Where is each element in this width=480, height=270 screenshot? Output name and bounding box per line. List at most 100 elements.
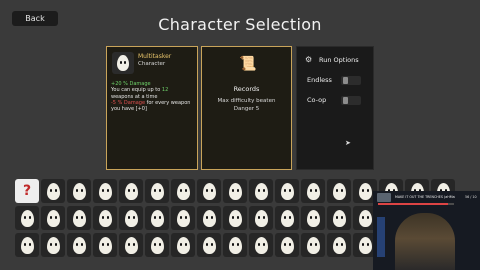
character-slot[interactable] bbox=[67, 179, 91, 203]
character-slot[interactable] bbox=[93, 206, 117, 230]
coop-label: Co-op bbox=[307, 96, 327, 104]
egg-character-icon bbox=[254, 182, 268, 200]
run-options-title: Run Options bbox=[319, 56, 359, 64]
character-slot[interactable] bbox=[223, 206, 247, 230]
character-slot[interactable] bbox=[327, 179, 351, 203]
character-slot[interactable] bbox=[275, 206, 299, 230]
character-slot[interactable] bbox=[171, 233, 195, 257]
character-slot[interactable] bbox=[327, 206, 351, 230]
egg-character-icon bbox=[72, 236, 86, 254]
character-slot[interactable] bbox=[67, 206, 91, 230]
egg-character-icon bbox=[202, 182, 216, 200]
character-slot[interactable] bbox=[327, 233, 351, 257]
egg-character-icon bbox=[358, 182, 372, 200]
egg-character-icon bbox=[332, 182, 346, 200]
egg-character-icon bbox=[306, 236, 320, 254]
character-slot[interactable] bbox=[41, 179, 65, 203]
character-slot[interactable] bbox=[249, 179, 273, 203]
stream-title: MAKE IT OUT THE TRENCHES (aHMaim) bbox=[395, 195, 455, 199]
character-slot[interactable] bbox=[145, 179, 169, 203]
egg-character-icon bbox=[46, 182, 60, 200]
streamer-avatar bbox=[377, 193, 391, 202]
character-slot[interactable] bbox=[119, 233, 143, 257]
egg-character-icon bbox=[150, 236, 164, 254]
desc-damage-bonus: +20 % Damage bbox=[111, 81, 151, 87]
egg-character-icon bbox=[332, 236, 346, 254]
egg-character-icon bbox=[150, 182, 164, 200]
stream-overlay: MAKE IT OUT THE TRENCHES (aHMaim) 56 / 1… bbox=[373, 191, 480, 270]
character-slot[interactable] bbox=[275, 233, 299, 257]
egg-character-icon bbox=[124, 236, 138, 254]
egg-character-icon bbox=[254, 236, 268, 254]
character-slot[interactable] bbox=[275, 179, 299, 203]
egg-character-icon bbox=[124, 209, 138, 227]
follower-goal-fill bbox=[378, 203, 448, 205]
character-slot[interactable] bbox=[171, 206, 195, 230]
desc-damage-penalty: -5 % Damage bbox=[111, 99, 146, 106]
egg-character-icon bbox=[46, 236, 60, 254]
character-slot[interactable] bbox=[119, 206, 143, 230]
character-slot[interactable] bbox=[41, 206, 65, 230]
egg-character-icon bbox=[280, 182, 294, 200]
character-slot[interactable] bbox=[171, 179, 195, 203]
egg-character-icon bbox=[202, 236, 216, 254]
random-character-button[interactable]: ? bbox=[15, 179, 39, 203]
character-slot[interactable] bbox=[197, 179, 221, 203]
egg-character-icon bbox=[117, 55, 129, 71]
egg-character-icon bbox=[150, 209, 164, 227]
run-options-panel: ⚙ Run Options Endless Co-op ➤ bbox=[296, 46, 374, 170]
egg-character-icon bbox=[72, 182, 86, 200]
egg-character-icon bbox=[280, 236, 294, 254]
settings-icon: ⚙ bbox=[305, 55, 313, 64]
character-type: Character bbox=[138, 61, 166, 67]
egg-character-icon bbox=[98, 209, 112, 227]
character-slot[interactable] bbox=[145, 206, 169, 230]
egg-character-icon bbox=[306, 182, 320, 200]
egg-character-icon bbox=[176, 209, 190, 227]
character-slot[interactable] bbox=[301, 206, 325, 230]
egg-character-icon bbox=[124, 182, 138, 200]
egg-character-icon bbox=[46, 209, 60, 227]
character-slot[interactable] bbox=[197, 233, 221, 257]
character-slot[interactable] bbox=[15, 233, 39, 257]
egg-character-icon bbox=[72, 209, 86, 227]
coop-toggle[interactable] bbox=[341, 96, 361, 105]
character-slot[interactable] bbox=[249, 206, 273, 230]
character-slot[interactable] bbox=[67, 233, 91, 257]
egg-character-icon bbox=[98, 182, 112, 200]
desc-weapons-text: weapons at a time bbox=[111, 93, 158, 100]
desc-equip-text: You can equip up to bbox=[111, 87, 162, 94]
character-slot[interactable] bbox=[41, 233, 65, 257]
follower-goal-count: 56 / 10 bbox=[465, 195, 477, 199]
records-panel: 📜 Records Max difficulty beaten Danger 5 bbox=[201, 46, 292, 170]
mouse-cursor-icon: ➤ bbox=[345, 139, 351, 147]
egg-character-icon bbox=[280, 209, 294, 227]
desc-equip-count: 12 bbox=[161, 87, 169, 94]
character-portrait bbox=[112, 52, 134, 74]
egg-character-icon bbox=[98, 236, 112, 254]
egg-character-icon bbox=[228, 182, 242, 200]
egg-character-icon bbox=[176, 236, 190, 254]
egg-character-icon bbox=[332, 209, 346, 227]
character-slot[interactable] bbox=[301, 179, 325, 203]
character-slot[interactable] bbox=[197, 206, 221, 230]
webcam-feed bbox=[395, 213, 455, 270]
records-title: Records bbox=[233, 85, 260, 93]
egg-character-icon bbox=[358, 209, 372, 227]
character-slot[interactable] bbox=[223, 179, 247, 203]
egg-character-icon bbox=[202, 209, 216, 227]
character-slot[interactable] bbox=[145, 233, 169, 257]
character-slot[interactable] bbox=[93, 179, 117, 203]
endless-toggle[interactable] bbox=[341, 76, 361, 85]
character-slot[interactable] bbox=[119, 179, 143, 203]
toggle-knob bbox=[343, 77, 348, 84]
character-slot[interactable] bbox=[249, 233, 273, 257]
character-slot[interactable] bbox=[93, 233, 117, 257]
records-danger-value: Danger 5 bbox=[233, 106, 260, 112]
egg-character-icon bbox=[20, 209, 34, 227]
character-slot[interactable] bbox=[301, 233, 325, 257]
character-info-panel: Multitasker Character +20 % Damage You c… bbox=[106, 46, 198, 170]
records-difficulty-label: Max difficulty beaten bbox=[217, 98, 276, 104]
character-slot[interactable] bbox=[15, 206, 39, 230]
character-slot[interactable] bbox=[223, 233, 247, 257]
